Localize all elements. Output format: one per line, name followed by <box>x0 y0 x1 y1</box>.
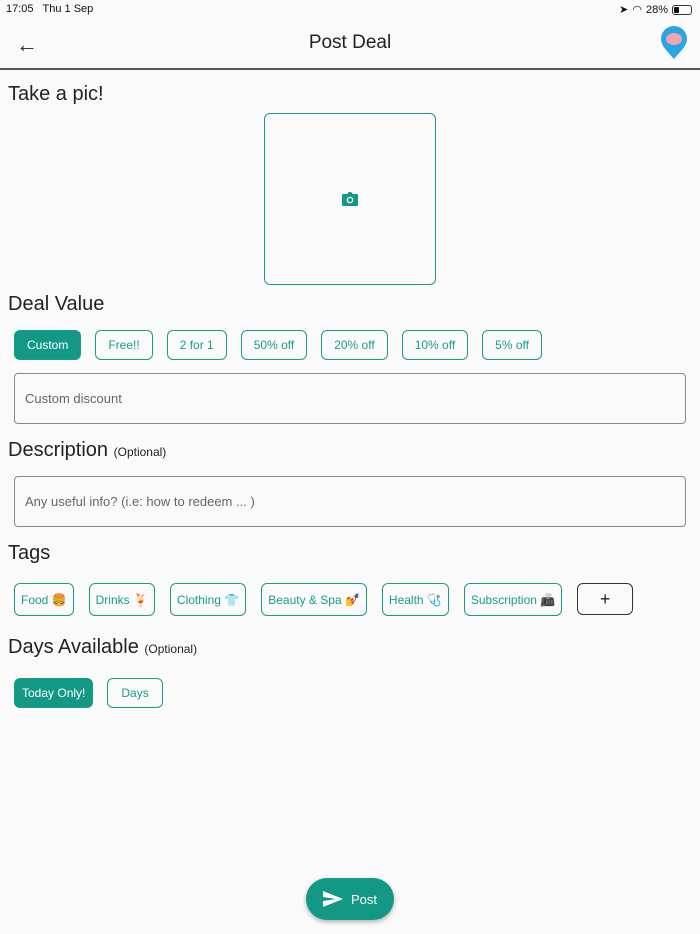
take-pic-heading: Take a pic! <box>8 83 104 105</box>
post-button[interactable]: Post <box>306 878 394 920</box>
deal-option-50[interactable]: 50% off <box>240 330 308 360</box>
deal-option-free[interactable]: Free!! <box>95 330 153 360</box>
tags-heading: Tags <box>8 542 51 564</box>
wifi-icon: ◠ <box>632 4 642 16</box>
deal-value-heading: Deal Value <box>8 293 105 315</box>
description-input[interactable]: Any useful info? (i.e: how to redeem ...… <box>14 476 686 527</box>
days-title: Days Available <box>8 636 139 658</box>
status-date: Thu 1 Sep <box>42 3 94 15</box>
status-time: 17:05 <box>6 3 34 15</box>
description-title: Description <box>8 439 109 461</box>
days-option-days[interactable]: Days <box>107 678 163 708</box>
app-bar: ← Post Deal <box>0 18 700 70</box>
custom-discount-input[interactable]: Custom discount <box>14 373 686 424</box>
days-optional: (Optional) <box>144 642 198 656</box>
tags-list: Food 🍔 Drinks 🍹 Clothing 👕 Beauty & Spa … <box>14 583 634 616</box>
tag-clothing[interactable]: Clothing 👕 <box>169 583 247 616</box>
piggy-logo-icon <box>661 26 687 59</box>
page-title: Post Deal <box>308 32 392 53</box>
description-optional: (Optional) <box>113 445 167 459</box>
photo-picker[interactable] <box>264 113 436 285</box>
deal-option-5[interactable]: 5% off <box>482 330 542 360</box>
tag-beauty-spa[interactable]: Beauty & Spa 💅 <box>261 583 367 616</box>
tag-food[interactable]: Food 🍔 <box>14 583 74 616</box>
deal-value-options: Custom Free!! 2 for 1 50% off 20% off 10… <box>14 330 542 360</box>
post-label: Post <box>350 891 377 907</box>
days-options: Today Only! Days <box>14 678 163 708</box>
camera-icon <box>342 192 358 206</box>
battery-percent: 28% <box>645 3 668 16</box>
add-tag-button[interactable]: + <box>577 583 634 615</box>
deal-option-10[interactable]: 10% off <box>401 330 469 360</box>
deal-option-custom[interactable]: Custom <box>14 330 82 360</box>
deal-option-20[interactable]: 20% off <box>321 330 388 360</box>
deal-option-2for1[interactable]: 2 for 1 <box>166 330 227 360</box>
description-heading: Description (Optional) <box>8 439 166 462</box>
battery-icon <box>672 4 692 15</box>
days-option-today[interactable]: Today Only! <box>14 678 94 708</box>
tag-subscription[interactable]: Subscription 📠 <box>463 583 563 616</box>
location-icon: ➤ <box>619 4 629 16</box>
status-bar: 17:05 Thu 1 Sep ➤ ◠ 28% <box>0 0 700 18</box>
send-icon <box>322 891 343 907</box>
days-heading: Days Available (Optional) <box>8 636 197 659</box>
tag-health[interactable]: Health 🩺 <box>381 583 449 616</box>
tag-drinks[interactable]: Drinks 🍹 <box>88 583 155 616</box>
